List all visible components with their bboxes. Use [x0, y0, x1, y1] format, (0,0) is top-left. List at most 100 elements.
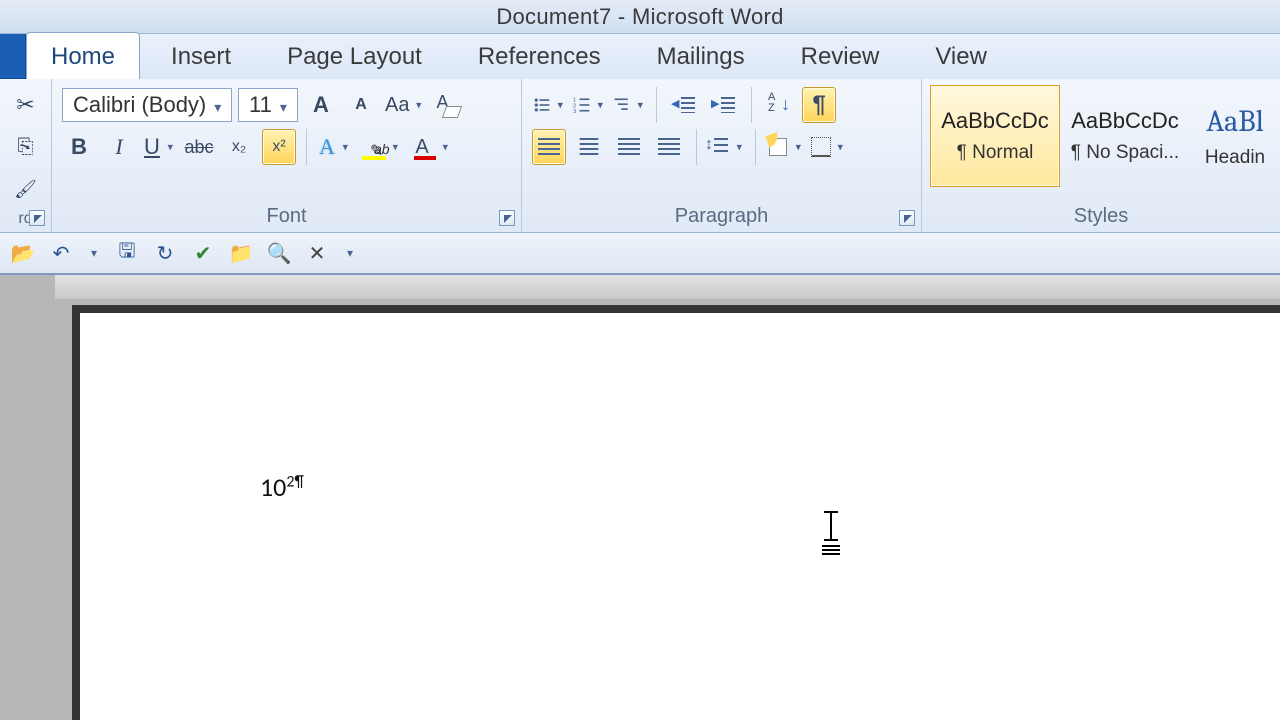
font-size-combo[interactable]: 11	[238, 88, 298, 122]
change-case-button[interactable]	[384, 87, 424, 123]
align-center-button[interactable]	[572, 129, 606, 165]
align-right-icon	[618, 138, 640, 156]
clear-formatting-icon	[436, 94, 458, 116]
tab-home[interactable]: Home	[26, 32, 140, 79]
increase-indent-icon	[713, 95, 735, 115]
paragraph-mark: ¶	[294, 472, 303, 491]
align-left-button[interactable]	[532, 129, 566, 165]
tab-references[interactable]: References	[453, 32, 626, 79]
text-effects-button[interactable]	[317, 129, 351, 165]
document-page[interactable]: 102¶	[80, 313, 1280, 720]
highlight-button[interactable]	[357, 129, 401, 165]
subscript-button[interactable]	[222, 129, 256, 165]
justify-button[interactable]	[652, 129, 686, 165]
new-folder-button[interactable]: 📁	[226, 238, 256, 268]
change-case-icon	[385, 94, 409, 117]
superscript-button[interactable]	[262, 129, 296, 165]
file-tab[interactable]	[0, 34, 26, 79]
group-clipboard: rd	[0, 79, 52, 232]
highlight-color-swatch	[362, 156, 386, 160]
separator	[656, 87, 657, 123]
undo-dropdown[interactable]: ▾	[84, 246, 104, 260]
redo-icon: ↻	[157, 241, 174, 266]
shrink-font-button[interactable]	[344, 87, 378, 123]
document-area: 102¶	[0, 275, 1280, 720]
tab-page-layout[interactable]: Page Layout	[262, 32, 447, 79]
spellcheck-button[interactable]: ✔	[188, 238, 218, 268]
copy-button[interactable]	[9, 129, 43, 165]
paragraph-group-label: Paragraph	[522, 205, 921, 228]
copy-icon	[18, 136, 34, 159]
document-text[interactable]: 102¶	[260, 471, 304, 503]
separator	[306, 129, 307, 165]
format-painter-button[interactable]	[9, 171, 43, 207]
multilevel-list-button[interactable]	[612, 87, 646, 123]
strikethrough-icon	[184, 137, 213, 158]
grow-font-button[interactable]	[304, 87, 338, 123]
style-normal[interactable]: AaBbCcDc ¶ Normal	[930, 85, 1060, 187]
style-name-label: ¶ Normal	[957, 142, 1034, 164]
italic-button[interactable]	[102, 129, 136, 165]
tab-review[interactable]: Review	[776, 32, 905, 79]
shading-button[interactable]	[766, 129, 804, 165]
close-button[interactable]: ✕	[302, 238, 332, 268]
cut-button[interactable]	[9, 87, 43, 123]
save-button[interactable]: 🖫	[112, 238, 142, 268]
underline-button[interactable]	[142, 129, 176, 165]
numbering-button[interactable]: 123	[572, 87, 606, 123]
bullets-button[interactable]	[532, 87, 566, 123]
multilevel-list-icon	[613, 96, 631, 114]
window-title: Document7 - Microsoft Word	[0, 0, 1280, 34]
style-preview: AaBbCcDc	[1071, 108, 1179, 134]
open-button[interactable]: 📂	[8, 238, 38, 268]
ribbon: rd Calibri (Body) 11	[0, 79, 1280, 233]
styles-group-label: Styles	[922, 205, 1280, 228]
show-hide-button[interactable]	[802, 87, 836, 123]
bullets-icon	[533, 96, 551, 114]
clear-formatting-button[interactable]	[430, 87, 464, 123]
increase-indent-button[interactable]	[707, 87, 741, 123]
bold-button[interactable]	[62, 129, 96, 165]
quick-access-toolbar: 📂 ↶ ▾ 🖫 ↻ ✔ 📁 🔍 ✕ ▾	[0, 233, 1280, 275]
center-align-cursor-icon	[820, 513, 842, 557]
shading-icon	[767, 136, 789, 158]
group-paragraph: 123 Paragraph	[522, 79, 922, 232]
qat-customize-dropdown[interactable]: ▾	[340, 246, 360, 260]
sort-button[interactable]	[762, 87, 796, 123]
strikethrough-button[interactable]	[182, 129, 216, 165]
decrease-indent-icon	[673, 95, 695, 115]
font-dialog-launcher[interactable]	[499, 210, 515, 226]
font-name-value: Calibri (Body)	[73, 92, 206, 118]
font-color-button[interactable]	[407, 129, 451, 165]
decrease-indent-button[interactable]	[667, 87, 701, 123]
redo-button[interactable]: ↻	[150, 238, 180, 268]
magnifier-icon: 🔍	[267, 241, 292, 266]
group-styles: AaBbCcDc ¶ Normal AaBbCcDc ¶ No Spaci...…	[922, 79, 1280, 232]
style-heading1[interactable]: AaBl Headin	[1190, 85, 1280, 187]
tab-insert[interactable]: Insert	[146, 32, 256, 79]
undo-button[interactable]: ↶	[46, 238, 76, 268]
style-name-label: ¶ No Spaci...	[1071, 142, 1179, 164]
font-name-combo[interactable]: Calibri (Body)	[62, 88, 232, 122]
separator	[755, 129, 756, 165]
bold-icon	[71, 134, 87, 160]
align-right-button[interactable]	[612, 129, 646, 165]
paragraph-dialog-launcher[interactable]	[899, 210, 915, 226]
style-no-spacing[interactable]: AaBbCcDc ¶ No Spaci...	[1060, 85, 1190, 187]
clipboard-dialog-launcher[interactable]	[29, 210, 45, 226]
tab-mailings[interactable]: Mailings	[632, 32, 770, 79]
save-icon: 🖫	[118, 236, 135, 270]
ruler[interactable]	[55, 275, 1280, 299]
shrink-font-icon	[355, 96, 367, 114]
group-font: Calibri (Body) 11 Font	[52, 79, 522, 232]
style-name-label: Headin	[1205, 147, 1265, 169]
line-spacing-button[interactable]	[707, 129, 745, 165]
tab-view[interactable]: View	[910, 32, 1012, 79]
text-effects-icon	[319, 134, 335, 160]
sort-icon	[768, 94, 790, 116]
borders-button[interactable]	[810, 129, 846, 165]
brush-icon	[14, 178, 37, 201]
align-left-icon	[538, 138, 560, 156]
font-color-swatch	[414, 156, 436, 160]
print-preview-button[interactable]: 🔍	[264, 238, 294, 268]
